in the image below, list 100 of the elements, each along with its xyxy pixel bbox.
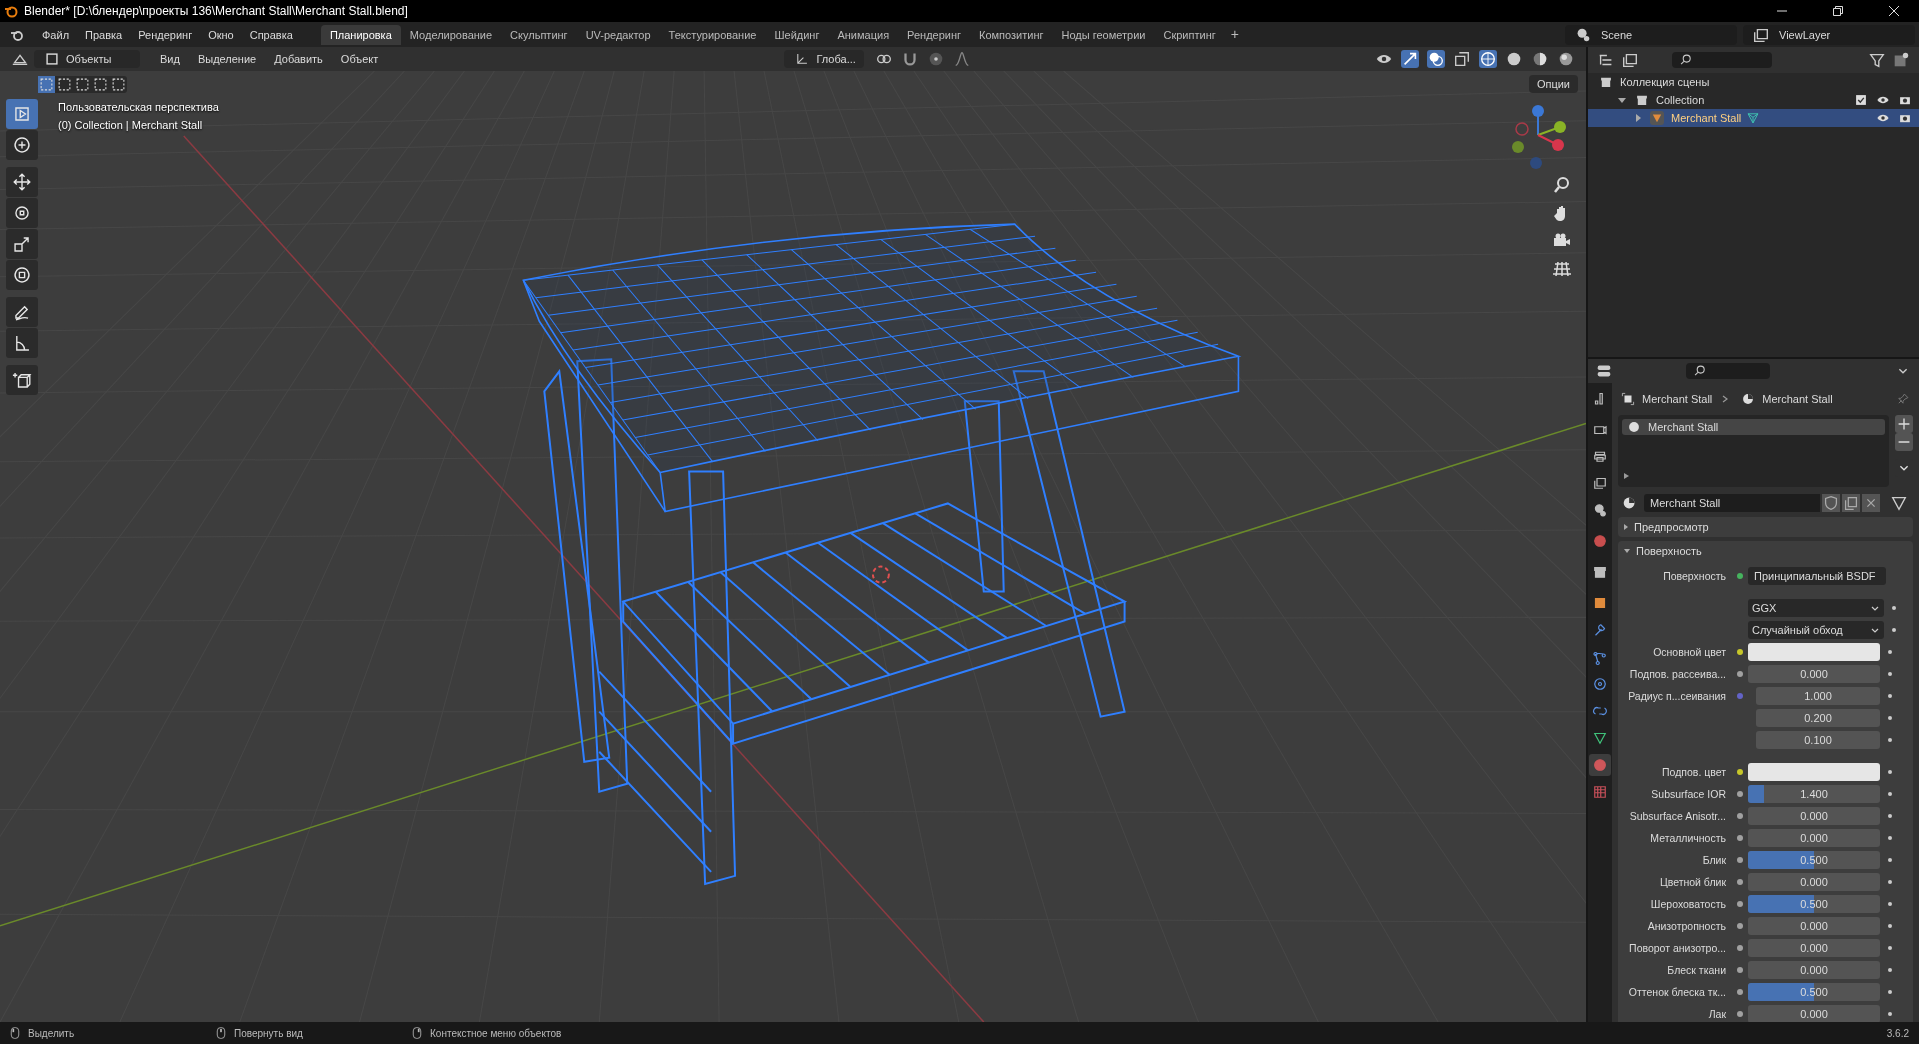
keyframe-dot-icon[interactable]: [1888, 968, 1892, 972]
socket-dot[interactable]: [1737, 967, 1743, 973]
workspace-tab[interactable]: Текстурирование: [659, 24, 766, 45]
checkbox-icon[interactable]: [1854, 93, 1868, 107]
workspace-tab[interactable]: Анимация: [828, 24, 899, 45]
keyframe-dot-icon[interactable]: [1888, 738, 1892, 742]
slider-field[interactable]: 0.000: [1748, 665, 1880, 683]
workspace-tab[interactable]: Рендеринг: [898, 24, 971, 45]
keyframe-dot-icon[interactable]: [1888, 814, 1892, 818]
scene-selector[interactable]: Scene: [1565, 24, 1737, 45]
socket-dot[interactable]: [1737, 769, 1743, 775]
slider-field[interactable]: 0.000: [1748, 917, 1880, 935]
slider-field[interactable]: 0.500: [1748, 851, 1880, 869]
selection-mode-icon[interactable]: [38, 75, 55, 93]
xray-icon[interactable]: [1453, 50, 1471, 68]
selection-mode-icon[interactable]: [110, 75, 127, 93]
rendered-shading-icon[interactable]: [1557, 50, 1575, 68]
keyframe-dot-icon[interactable]: [1888, 902, 1892, 906]
search-field[interactable]: [1672, 52, 1772, 68]
plus-icon[interactable]: [1895, 415, 1913, 433]
socket-dot[interactable]: [1737, 857, 1743, 863]
workspace-tab[interactable]: Моделирование: [400, 24, 502, 45]
solid-shading-icon[interactable]: [1505, 50, 1523, 68]
socket-dot[interactable]: [1737, 923, 1743, 929]
socket-dot[interactable]: [1737, 1011, 1743, 1017]
menu-item[interactable]: Правка: [77, 28, 131, 41]
menu-item[interactable]: Окно: [200, 28, 242, 41]
socket-dot[interactable]: [1737, 649, 1743, 655]
material-name-field[interactable]: Merchant Stall: [1644, 494, 1820, 512]
selection-mode-icon[interactable]: [56, 75, 73, 93]
triangle-mesh-icon[interactable]: [1890, 494, 1908, 512]
outliner-row[interactable]: Коллекция сцены: [1588, 73, 1919, 91]
panel-header[interactable]: Поверхность: [1618, 541, 1913, 561]
pin-icon[interactable]: [1896, 392, 1910, 406]
socket-dot[interactable]: [1737, 835, 1743, 841]
keyframe-dot-icon[interactable]: [1888, 836, 1892, 840]
pencil-icon[interactable]: [6, 297, 38, 327]
number-field[interactable]: 1.000: [1756, 687, 1880, 705]
slider-field[interactable]: 0.000: [1748, 873, 1880, 891]
add-cube-icon[interactable]: [6, 365, 38, 395]
options-dropdown[interactable]: Опции: [1528, 75, 1578, 93]
transform-icon[interactable]: [6, 260, 38, 290]
workspace-tab[interactable]: Шейдинг: [765, 24, 829, 45]
slider-field[interactable]: 0.000: [1748, 807, 1880, 825]
add-workspace-button[interactable]: +: [1224, 24, 1245, 45]
keyframe-dot-icon[interactable]: [1888, 946, 1892, 950]
number-field[interactable]: 0.100: [1756, 731, 1880, 749]
mode-dropdown[interactable]: Объекты: [34, 50, 140, 68]
dropdown-field[interactable]: Случайный обход: [1748, 621, 1884, 639]
view-layer-selector[interactable]: ViewLayer: [1743, 24, 1915, 45]
socket-dot[interactable]: [1737, 791, 1743, 797]
keyframe-dot-icon[interactable]: [1888, 716, 1892, 720]
play-triangle-icon[interactable]: [1624, 473, 1629, 479]
slider-field[interactable]: 0.000: [1748, 939, 1880, 957]
keyframe-dot-icon[interactable]: [1892, 628, 1896, 632]
keyframe-dot-icon[interactable]: [1888, 880, 1892, 884]
slider-field[interactable]: 0.500: [1748, 895, 1880, 913]
viewport-menu-item[interactable]: Вид: [152, 53, 188, 65]
dropdown-field[interactable]: GGX: [1748, 599, 1884, 617]
disclosure-triangle-icon[interactable]: [1636, 114, 1641, 122]
search-field[interactable]: [1686, 363, 1770, 379]
new-collection-icon[interactable]: [1892, 51, 1910, 69]
keyframe-dot-icon[interactable]: [1888, 770, 1892, 774]
cursor-icon[interactable]: [6, 130, 38, 160]
color-swatch[interactable]: [1748, 643, 1880, 661]
workspace-tab[interactable]: Ноды геометрии: [1052, 24, 1155, 45]
orientation-dropdown[interactable]: Глоба...: [784, 50, 864, 68]
keyframe-dot-icon[interactable]: [1888, 858, 1892, 862]
number-field[interactable]: 0.200: [1756, 709, 1880, 727]
grid-icon[interactable]: [1552, 259, 1572, 279]
workspace-tab[interactable]: Планировка: [320, 24, 401, 45]
socket-dot[interactable]: [1737, 693, 1743, 699]
workspace-tab[interactable]: Композитинг: [970, 24, 1053, 45]
color-swatch[interactable]: [1748, 763, 1880, 781]
menu-item[interactable]: Рендеринг: [130, 28, 201, 41]
selection-mode-icon[interactable]: [74, 75, 91, 93]
socket-dot[interactable]: [1737, 879, 1743, 885]
slider-field[interactable]: 0.000: [1748, 961, 1880, 979]
slider-field[interactable]: 1.400: [1748, 785, 1880, 803]
menu-item[interactable]: Справка: [241, 28, 301, 41]
scale-icon[interactable]: [6, 229, 38, 259]
shader-field[interactable]: Принципиальный BSDF: [1748, 567, 1886, 585]
restore-icon[interactable]: [1832, 5, 1844, 17]
selection-mode-icon[interactable]: [92, 75, 109, 93]
filter-icon[interactable]: [1868, 51, 1886, 69]
slider-field[interactable]: 0.500: [1748, 983, 1880, 1001]
workspace-tab[interactable]: Скриптинг: [1154, 24, 1225, 45]
display-mode-icon[interactable]: [1621, 51, 1639, 69]
socket-dot[interactable]: [1737, 901, 1743, 907]
socket-dot[interactable]: [1737, 573, 1743, 579]
slider-field[interactable]: 0.000: [1748, 829, 1880, 847]
overlays-icon[interactable]: [1427, 50, 1445, 68]
socket-dot[interactable]: [1737, 989, 1743, 995]
menu-item[interactable]: Файл: [34, 28, 78, 41]
zoom-icon[interactable]: [1552, 175, 1572, 195]
shield-icon[interactable]: [1822, 494, 1840, 512]
close-icon[interactable]: [1888, 5, 1900, 17]
disclosure-triangle-icon[interactable]: [1618, 97, 1626, 103]
keyframe-dot-icon[interactable]: [1888, 650, 1892, 654]
viewport-menu-item[interactable]: Объект: [332, 53, 387, 65]
